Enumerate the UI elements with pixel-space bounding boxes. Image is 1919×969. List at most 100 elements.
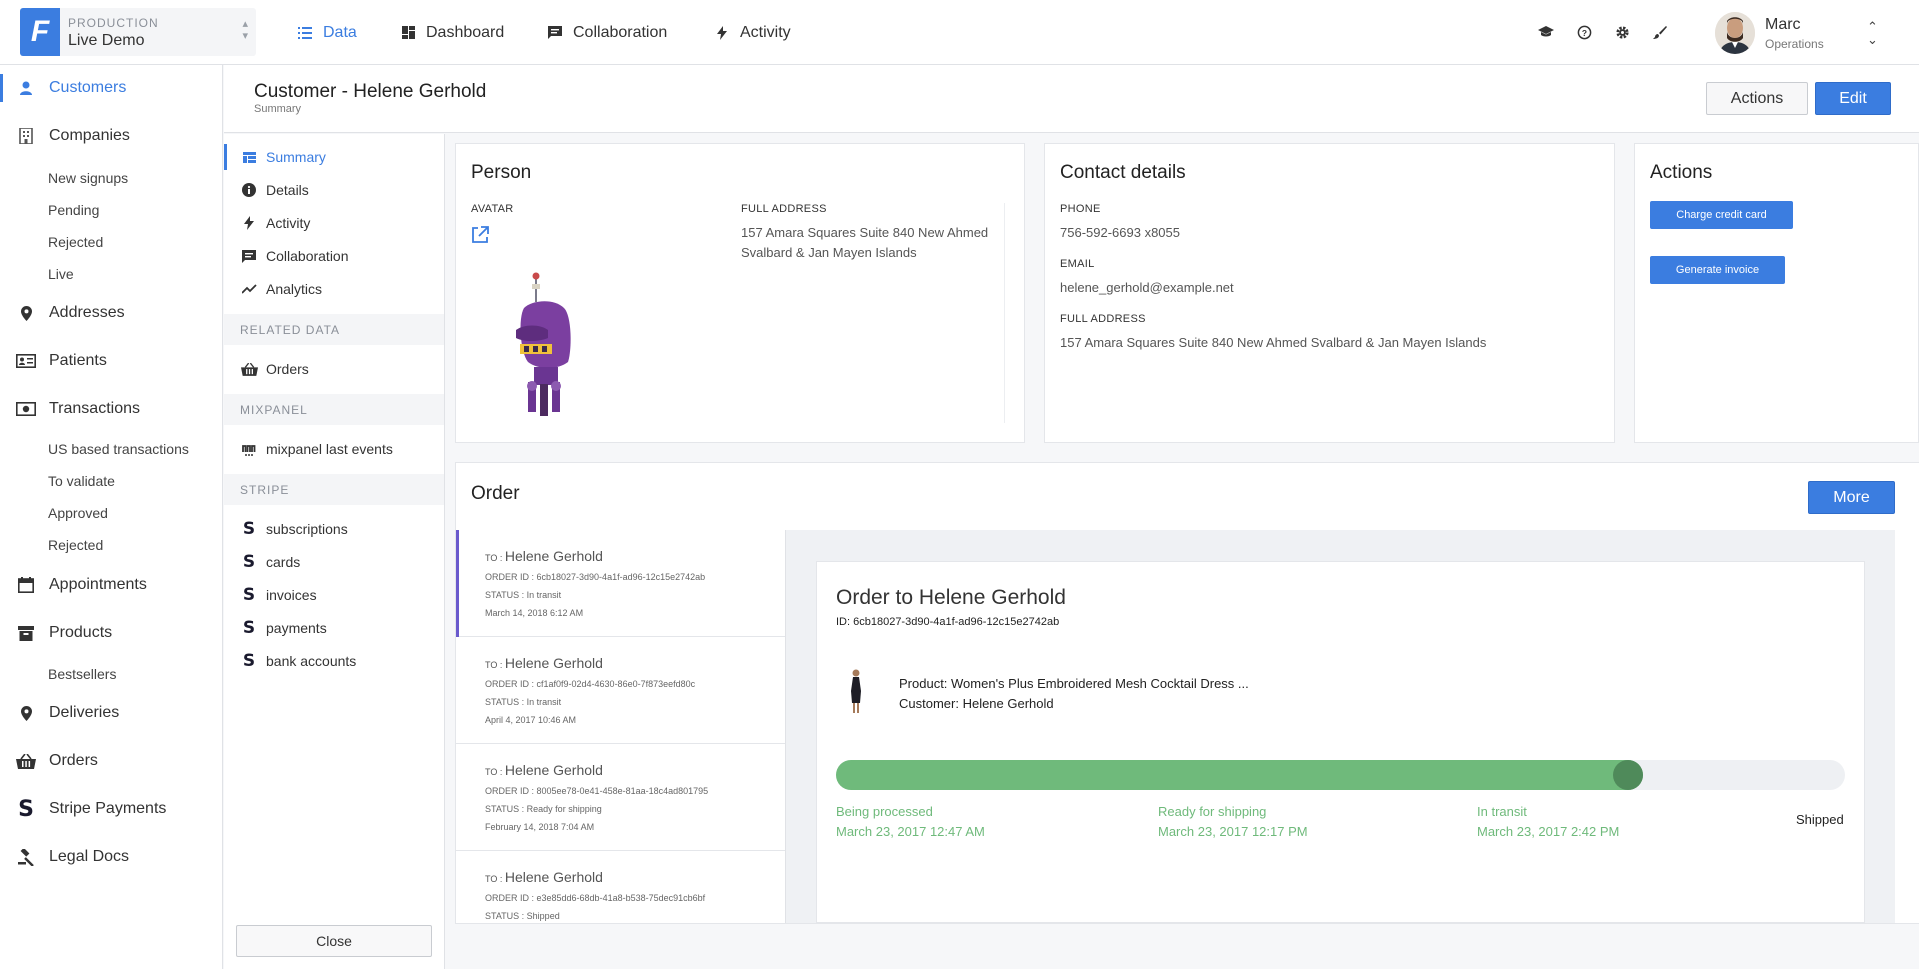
external-link-icon[interactable] (471, 226, 489, 244)
sidebar-item-label: Patients (49, 352, 107, 369)
topnav-data[interactable]: Data (296, 0, 357, 65)
sidebar: Customers Companies New signups Pending … (0, 65, 223, 969)
charge-credit-card-button[interactable]: Charge credit card (1650, 201, 1793, 229)
comment-icon (546, 26, 564, 39)
avatar-label: AVATAR (471, 203, 514, 215)
order-id: ORDER ID : e3e85dd6-68db-41a8-b538-75dec… (485, 893, 706, 903)
sidebar-item-products[interactable]: Products (0, 613, 222, 653)
subnav-stripe-cards[interactable]: S cards (224, 547, 444, 577)
order-list-item[interactable]: TO : Helene Gerhold ORDER ID : cf1af0f9-… (456, 637, 785, 744)
person-icon (15, 81, 37, 95)
help-icon[interactable]: ? (1574, 22, 1594, 42)
sidebar-subitem[interactable]: Live (48, 266, 74, 282)
sidebar-item-label: Companies (49, 127, 130, 144)
sidebar-item-appointments[interactable]: Appointments (0, 565, 222, 605)
order-recipient: TO : Helene Gerhold (485, 869, 603, 885)
subnav-label: invoices (266, 587, 317, 603)
sidebar-item-label: Addresses (49, 304, 125, 321)
subnav-analytics[interactable]: Analytics (224, 274, 444, 304)
comment-icon (240, 249, 258, 263)
sidebar-subitem[interactable]: Rejected (48, 234, 103, 250)
progress-step: In transit March 23, 2017 2:42 PM (1477, 804, 1620, 839)
actions-button[interactable]: Actions (1706, 82, 1808, 115)
top-bar: F PRODUCTION Live Demo ▴ ▾ Data Dashboard… (0, 0, 1919, 65)
sidebar-subitem[interactable]: Bestsellers (48, 666, 116, 682)
sidebar-item-label: Customers (49, 79, 127, 96)
stripe-icon: S (242, 519, 256, 539)
order-status: STATUS : In transit (485, 590, 562, 600)
sidebar-subitem[interactable]: Pending (48, 202, 99, 218)
order-product: Product: Women's Plus Embroidered Mesh C… (899, 676, 1249, 691)
subnav-stripe-invoices[interactable]: S invoices (224, 580, 444, 610)
project-environment: PRODUCTION (68, 16, 159, 30)
subnav-label: mixpanel last events (266, 441, 393, 457)
subnav-mixpanel-events[interactable]: mixpanel last events (224, 434, 444, 464)
summary-icon (240, 151, 258, 163)
order-progress-bar (836, 760, 1845, 790)
graduation-cap-icon[interactable] (1536, 22, 1556, 42)
more-button[interactable]: More (1808, 481, 1895, 514)
subnav-collaboration[interactable]: Collaboration (224, 241, 444, 271)
subnav-orders[interactable]: Orders (224, 354, 444, 384)
topnav-activity[interactable]: Activity (713, 0, 791, 65)
subnav-label: cards (266, 554, 301, 570)
close-button[interactable]: Close (236, 925, 432, 957)
sidebar-item-label: Legal Docs (49, 848, 130, 865)
sidebar-subitem[interactable]: To validate (48, 473, 115, 489)
subnav-activity[interactable]: Activity (224, 208, 444, 238)
avatar-image (506, 272, 586, 417)
order-list-item[interactable]: TO : Helene Gerhold ORDER ID : 8005ee78-… (456, 744, 785, 851)
subnav-stripe-bank-accounts[interactable]: S bank accounts (224, 646, 444, 676)
sidebar-item-label: Orders (49, 752, 98, 769)
archive-icon (15, 625, 37, 641)
sidebar-subitem[interactable]: Approved (48, 505, 108, 521)
project-switcher[interactable]: F PRODUCTION Live Demo ▴ ▾ (20, 8, 256, 56)
actions-card: Actions Charge credit card Generate invo… (1634, 143, 1919, 443)
subnav-summary[interactable]: Summary (224, 142, 444, 172)
sidebar-item-addresses[interactable]: Addresses (0, 293, 222, 333)
sidebar-item-companies[interactable]: Companies (0, 116, 222, 156)
progress-step-shipped: Shipped (1796, 812, 1844, 827)
dashboard-icon (399, 26, 417, 39)
basket-icon (240, 362, 258, 376)
sidebar-item-orders[interactable]: Orders (0, 741, 222, 781)
edit-button[interactable]: Edit (1815, 82, 1891, 115)
brush-icon[interactable] (1650, 22, 1670, 42)
order-progress-handle (1613, 760, 1643, 790)
subnav-stripe-subscriptions[interactable]: S subscriptions (224, 514, 444, 544)
order-customer: Customer: Helene Gerhold (899, 696, 1054, 711)
person-card: Person AVATAR FULL ADDRESS 157 Amara Squ… (455, 143, 1025, 443)
order-date: February 14, 2018 7:04 AM (485, 822, 595, 832)
sidebar-subitem[interactable]: US based transactions (48, 441, 189, 457)
page-title: Customer - Helene Gerhold (254, 81, 487, 102)
user-menu[interactable]: Marc Operations ⌃ ⌄ (1715, 12, 1905, 54)
sidebar-item-transactions[interactable]: Transactions (0, 389, 222, 429)
sidebar-item-patients[interactable]: Patients (0, 341, 222, 381)
sidebar-item-legal-docs[interactable]: Legal Docs (0, 837, 222, 877)
topnav-label: Activity (740, 23, 791, 41)
subnav-stripe-payments[interactable]: S payments (224, 613, 444, 643)
topnav-collaboration[interactable]: Collaboration (546, 0, 667, 65)
topnav-dashboard[interactable]: Dashboard (399, 0, 504, 65)
topnav-label: Dashboard (426, 23, 505, 41)
order-list-item[interactable]: TO : Helene Gerhold ORDER ID : e3e85dd6-… (456, 851, 785, 923)
subnav-details[interactable]: Details (224, 175, 444, 205)
order-list: TO : Helene Gerhold ORDER ID : 6cb18027-… (456, 530, 786, 923)
order-list-item[interactable]: TO : Helene Gerhold ORDER ID : 6cb18027-… (456, 530, 785, 637)
order-date: March 14, 2018 6:12 AM (485, 608, 584, 618)
sidebar-item-customers[interactable]: Customers (0, 68, 222, 108)
chart-icon (240, 284, 258, 294)
gear-icon[interactable] (1612, 22, 1632, 42)
svg-text:?: ? (1581, 27, 1586, 37)
order-product-info: Product: Women's Plus Embroidered Mesh C… (899, 674, 1249, 714)
sidebar-item-deliveries[interactable]: Deliveries (0, 693, 222, 733)
sidebar-subitem[interactable]: Rejected (48, 537, 103, 553)
basket-icon (15, 753, 37, 769)
generate-invoice-button[interactable]: Generate invoice (1650, 256, 1785, 284)
sidebar-subitem[interactable]: New signups (48, 170, 128, 186)
sidebar-item-stripe-payments[interactable]: S Stripe Payments (0, 789, 222, 829)
order-status: STATUS : Ready for shipping (485, 804, 602, 814)
order-id: ORDER ID : 6cb18027-3d90-4a1f-ad96-12c15… (485, 572, 706, 582)
user-name: Marc (1765, 16, 1801, 33)
id-card-icon (15, 354, 37, 368)
